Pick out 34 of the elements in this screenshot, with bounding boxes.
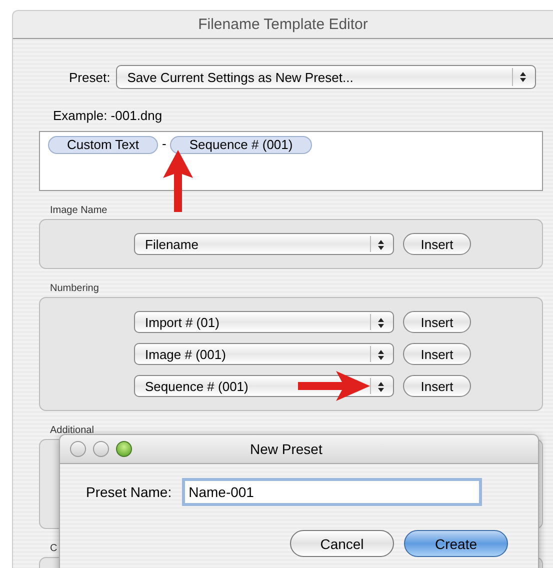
stepper-icon: [377, 317, 385, 329]
stepper-icon: [519, 71, 528, 83]
group-label: C: [50, 543, 58, 555]
example-text: Example: -001.dng: [53, 109, 164, 123]
group-label: Additional: [50, 425, 94, 437]
literal-text: -: [162, 136, 166, 152]
group-label: Numbering: [50, 283, 99, 295]
dialog-button[interactable]: Create: [404, 530, 508, 557]
arrow-drawing: [162, 150, 194, 212]
close-icon[interactable]: [70, 441, 86, 457]
dialog-button[interactable]: Cancel: [290, 530, 394, 557]
field-label: Preset Name:: [86, 484, 172, 500]
insert-button[interactable]: Insert: [403, 311, 471, 333]
arrow-drawing: [298, 371, 370, 401]
group-label: Image Name: [50, 205, 108, 217]
window-title: Filename Template Editor: [198, 16, 368, 33]
preset-label: Preset:: [69, 70, 110, 84]
template-field[interactable]: Custom Text - Sequence # (001): [39, 131, 543, 191]
dialog-title: New Preset: [250, 441, 322, 457]
token-dropdown[interactable]: Filename: [134, 233, 394, 255]
stepper-icon: [377, 349, 385, 361]
insert-button[interactable]: Insert: [403, 375, 471, 397]
zoom-icon[interactable]: [116, 441, 132, 457]
template-token[interactable]: Custom Text: [48, 136, 158, 154]
insert-button[interactable]: Insert: [403, 233, 471, 255]
stepper-icon: [377, 381, 385, 393]
template-token[interactable]: Sequence # (001): [170, 136, 312, 154]
token-dropdown[interactable]: Import # (01): [134, 311, 394, 333]
minimize-icon[interactable]: [93, 441, 109, 457]
input-field[interactable]: Name-001: [182, 478, 482, 506]
stepper-icon: [377, 239, 385, 251]
preset-dropdown[interactable]: Save Current Settings as New Preset...: [116, 65, 536, 89]
token-dropdown[interactable]: Image # (001): [134, 343, 394, 365]
insert-button[interactable]: Insert: [403, 343, 471, 365]
